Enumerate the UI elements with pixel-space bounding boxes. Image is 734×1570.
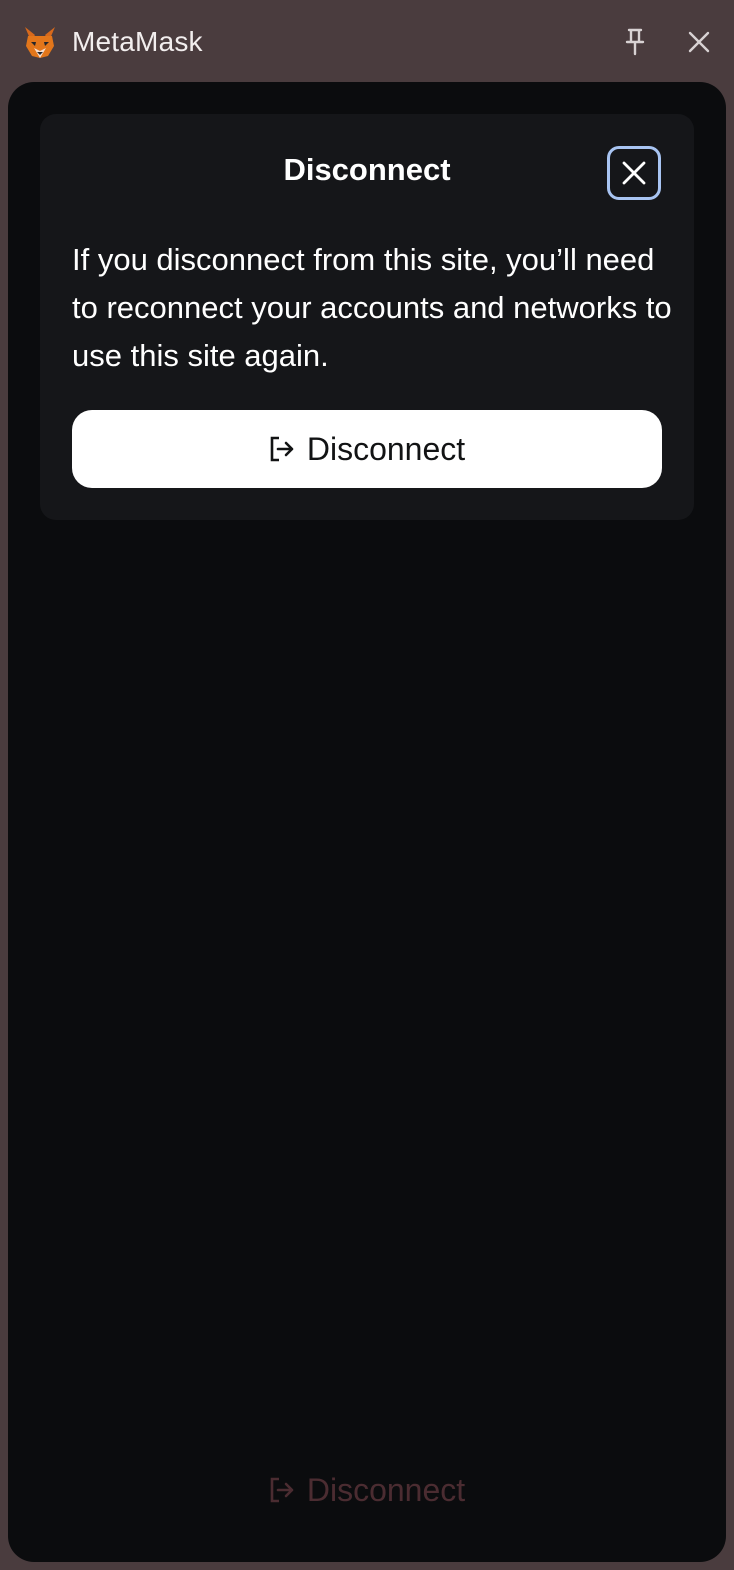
disconnect-button-label: Disconnect — [306, 430, 466, 467]
disconnect-button[interactable]: Disconnect — [72, 410, 662, 488]
modal-description: If you disconnect from this site, you’ll… — [72, 242, 672, 373]
close-icon — [622, 161, 646, 185]
window-close-button[interactable] — [684, 26, 714, 58]
logout-icon — [270, 1477, 294, 1503]
background-disconnect-label: Disconnect — [306, 1471, 466, 1508]
logout-icon — [270, 436, 294, 462]
background-disconnect-button: Disconnect — [8, 1450, 726, 1530]
pin-button[interactable] — [620, 26, 650, 58]
metamask-fox-icon — [22, 24, 58, 60]
title-bar: MetaMask — [0, 0, 734, 84]
modal-close-button[interactable] — [607, 146, 661, 200]
close-icon — [688, 31, 710, 53]
app-title: MetaMask — [72, 26, 203, 57]
pin-icon — [625, 28, 645, 56]
